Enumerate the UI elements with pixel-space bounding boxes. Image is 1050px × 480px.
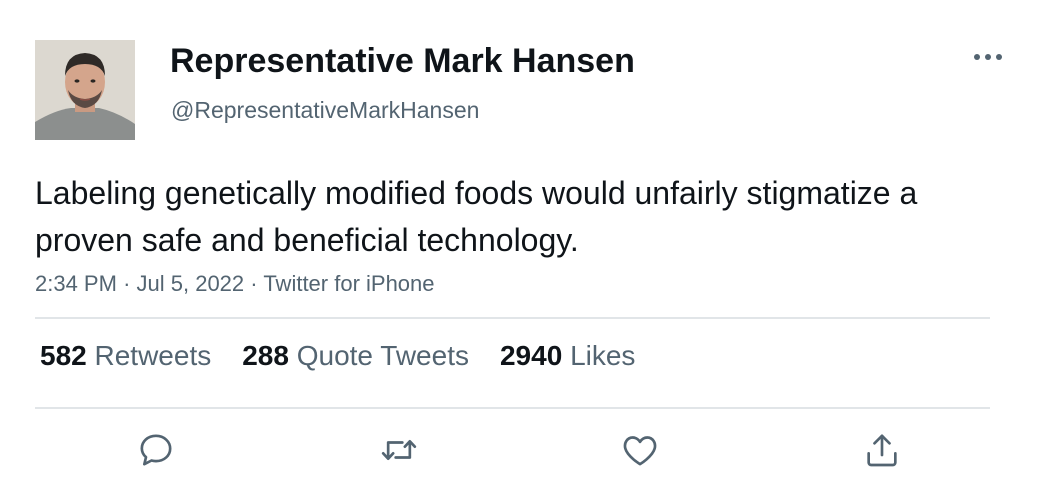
more-options-button[interactable] [970, 42, 1006, 72]
share-upload-icon [867, 434, 897, 467]
tweet-card: Representative Mark Hansen @Representati… [0, 0, 1050, 480]
reply-button[interactable] [134, 428, 178, 472]
author-display-name[interactable]: Representative Mark Hansen [170, 42, 635, 81]
tweet-source[interactable]: Twitter for iPhone [263, 271, 434, 296]
retweet-arrows-icon [381, 440, 417, 460]
meta-separator: · [123, 271, 131, 296]
like-button[interactable] [618, 428, 662, 472]
divider [35, 317, 990, 319]
more-horizontal-icon [974, 54, 1002, 60]
retweet-button[interactable] [377, 428, 421, 472]
heart-icon [623, 436, 657, 466]
likes-stat[interactable]: 2940 Likes [500, 340, 635, 372]
meta-separator: · [250, 271, 258, 296]
quote-tweets-label: Quote Tweets [296, 340, 469, 371]
likes-count: 2940 [499, 340, 563, 371]
avatar-photo [35, 40, 135, 140]
quote-tweets-stat[interactable]: 288 Quote Tweets [242, 340, 469, 372]
tweet-text: Labeling genetically modified foods woul… [35, 175, 918, 258]
retweets-label: Retweets [94, 340, 212, 371]
engagement-stats: 582 Retweets 288 Quote Tweets 2940 Likes [40, 340, 666, 372]
avatar[interactable] [35, 40, 135, 140]
quote-tweets-count: 288 [242, 340, 289, 371]
author-handle[interactable]: @RepresentativeMarkHansen [171, 97, 479, 124]
reply-bubble-icon [140, 434, 172, 466]
retweets-count: 582 [40, 340, 87, 371]
retweets-stat[interactable]: 582 Retweets [40, 340, 211, 372]
share-button[interactable] [860, 428, 904, 472]
tweet-date[interactable]: Jul 5, 2022 [137, 271, 245, 296]
divider [35, 407, 990, 409]
tweet-metadata: 2:34 PM · Jul 5, 2022 · Twitter for iPho… [35, 271, 435, 297]
tweet-time[interactable]: 2:34 PM [35, 271, 117, 296]
likes-label: Likes [570, 340, 636, 371]
